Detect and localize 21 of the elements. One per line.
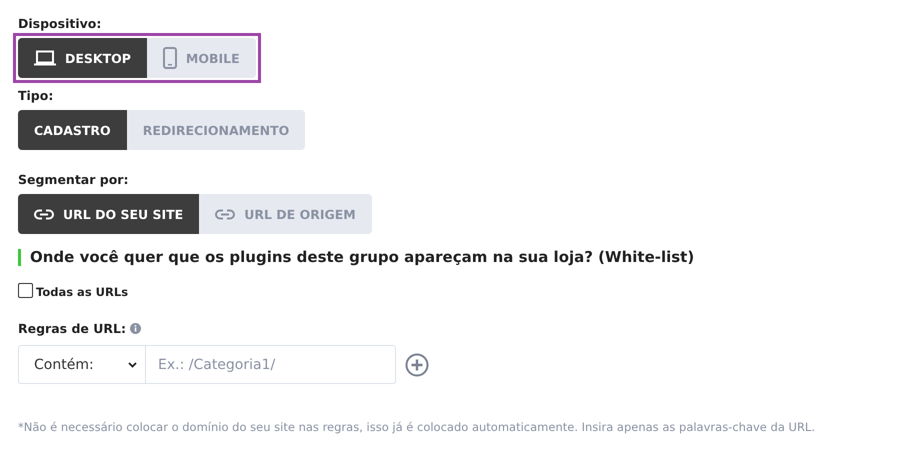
- accent-bar: [18, 248, 21, 266]
- section-heading: Onde você quer que os plugins deste grupo apareçam na sua loja? (White-list): [30, 248, 694, 266]
- phone-icon: [162, 47, 177, 69]
- field-label: Tipo:: [18, 88, 54, 103]
- checkbox-label: Todas as URLs: [36, 285, 128, 299]
- add-icon[interactable]: [405, 352, 429, 376]
- link-icon: [215, 208, 236, 220]
- url-input[interactable]: Ex.: /Categoria1/: [146, 345, 396, 384]
- link-icon: [34, 208, 54, 220]
- toggle-option[interactable]: URL DO SEU SITE: [18, 194, 200, 234]
- checkbox[interactable]: [18, 283, 33, 298]
- field-label: Segmentar por:: [18, 172, 130, 187]
- laptop-icon: [34, 50, 56, 66]
- info-icon[interactable]: [130, 323, 141, 334]
- match-select[interactable]: Contém:: [18, 345, 146, 384]
- field-label: Regras de URL:: [18, 321, 126, 336]
- footnote: *Não é necessário colocar o domínio do seu site nas regras, isso já é colocado automaticamente. Insira apenas as palavras-chave da URL.: [18, 420, 816, 434]
- chevron-icon: [128, 362, 137, 368]
- field-label: Dispositivo:: [18, 16, 102, 31]
- toggle-option[interactable]: DESKTOP: [18, 38, 147, 78]
- toggle-option[interactable]: CADASTRO: [18, 110, 127, 150]
